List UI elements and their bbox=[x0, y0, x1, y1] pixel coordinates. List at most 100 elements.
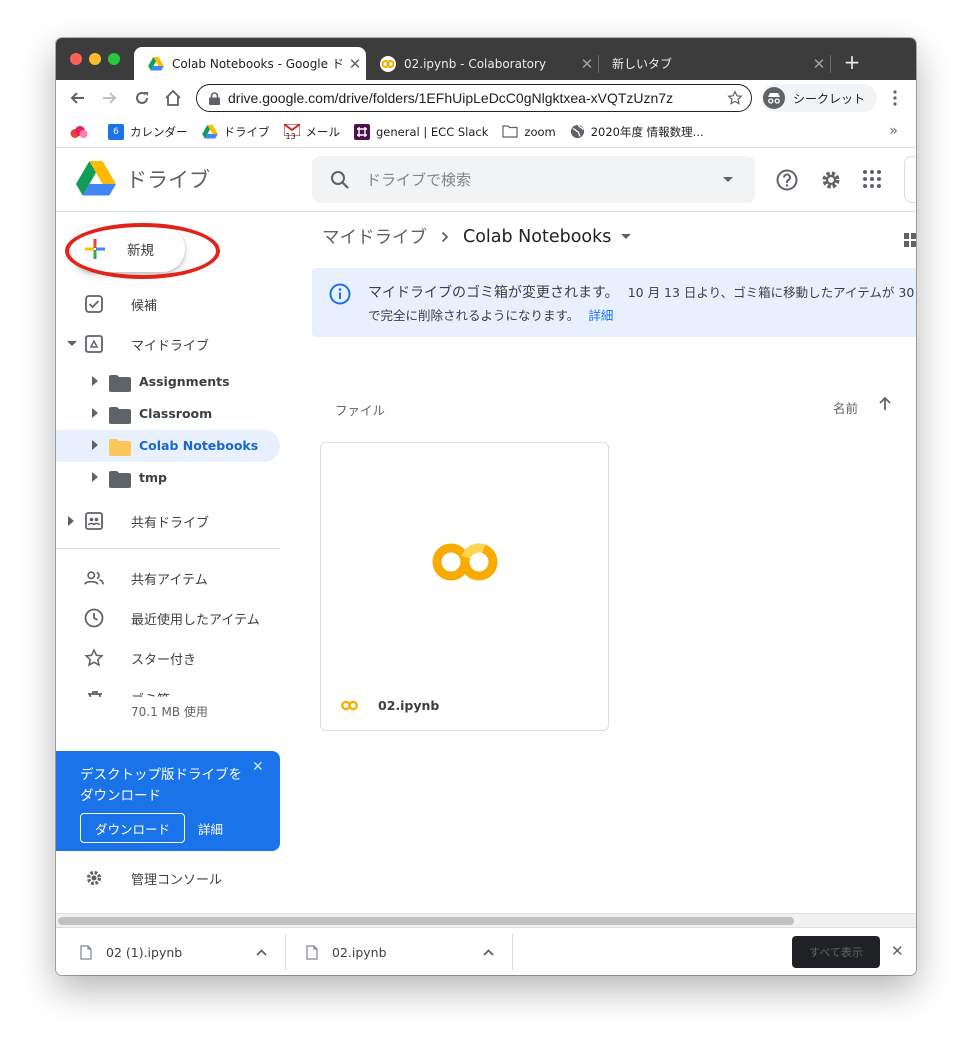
product-name: ドライブ bbox=[126, 168, 210, 192]
tab-title: 02.ipynb - Colaboratory bbox=[404, 56, 547, 71]
tab-new[interactable]: 新しいタブ ✕ bbox=[598, 47, 830, 80]
expand-arrow-icon[interactable] bbox=[68, 516, 74, 526]
expand-arrow-icon[interactable] bbox=[92, 440, 98, 450]
browser-window: Colab Notebooks - Google ドライブ ✕ 02.ipynb… bbox=[56, 38, 916, 975]
sidebar-divider bbox=[56, 548, 280, 549]
nav-recent[interactable]: 最近使用したアイテム bbox=[56, 602, 280, 634]
new-tab-button[interactable]: + bbox=[840, 50, 864, 74]
colab-icon bbox=[341, 700, 358, 711]
reload-icon[interactable] bbox=[129, 85, 155, 111]
minimize-window-button[interactable] bbox=[89, 53, 101, 65]
bookmark-slack[interactable]: general | ECC Slack bbox=[354, 123, 488, 140]
search-box[interactable]: ドライブで検索 bbox=[312, 156, 755, 203]
incognito-icon bbox=[763, 87, 785, 109]
address-bar[interactable]: drive.google.com/drive/folders/1EFhUipLe… bbox=[196, 84, 752, 112]
settings-gear-icon[interactable] bbox=[819, 168, 843, 196]
back-icon[interactable] bbox=[64, 85, 90, 111]
drive-header: ドライブ ドライブで検索 bbox=[56, 148, 916, 212]
google-drive-icon bbox=[201, 124, 218, 139]
nav-starred[interactable]: スター付き bbox=[56, 642, 280, 674]
bookmarks-overflow-icon[interactable]: » bbox=[889, 123, 898, 139]
nav-trash[interactable]: ゴミ箱 bbox=[56, 688, 280, 697]
bookmark-cloud[interactable] bbox=[70, 125, 94, 138]
browser-menu-icon[interactable] bbox=[882, 85, 908, 111]
expand-arrow-icon[interactable] bbox=[92, 376, 98, 386]
file-name-row: 02.ipynb bbox=[321, 680, 608, 730]
incognito-indicator[interactable]: シークレット bbox=[761, 84, 877, 112]
storage-usage: 70.1 MB 使用 bbox=[131, 705, 208, 719]
file-card[interactable]: 02.ipynb bbox=[320, 442, 609, 731]
promo-close-icon[interactable]: ✕ bbox=[252, 759, 264, 775]
folder-item-tmp[interactable]: tmp bbox=[56, 462, 280, 494]
folder-icon bbox=[109, 471, 131, 491]
grid-view-icon[interactable] bbox=[904, 232, 916, 251]
sort-ascending-arrow-icon[interactable] bbox=[878, 396, 892, 416]
banner-details-link[interactable]: 詳細 bbox=[588, 308, 613, 323]
files-section-heading: ファイル bbox=[335, 403, 386, 418]
account-chip[interactable] bbox=[904, 156, 916, 203]
chevron-up-icon[interactable] bbox=[256, 948, 267, 956]
check-box-icon bbox=[84, 294, 104, 314]
promo-download-button[interactable]: ダウンロード bbox=[80, 813, 185, 843]
clock-icon bbox=[84, 608, 104, 628]
folder-icon bbox=[109, 375, 131, 395]
close-window-button[interactable] bbox=[70, 53, 82, 65]
folder-item-classroom[interactable]: Classroom bbox=[56, 398, 280, 430]
desktop-promo: デスクトップ版ドライブをダウンロード ✕ ダウンロード 詳細 bbox=[56, 751, 280, 851]
bookmark-info-math[interactable]: 2020年度 情報数理... bbox=[570, 124, 704, 140]
folder-item-assignments[interactable]: Assignments bbox=[56, 366, 280, 398]
folder-item-colab-notebooks[interactable]: Colab Notebooks bbox=[56, 430, 280, 462]
expand-arrow-icon[interactable] bbox=[92, 408, 98, 418]
search-options-icon[interactable] bbox=[723, 177, 733, 182]
promo-details-link[interactable]: 詳細 bbox=[198, 819, 223, 838]
close-tab-icon[interactable]: ✕ bbox=[808, 55, 830, 73]
nav-shared-with-me[interactable]: 共有アイテム bbox=[56, 562, 280, 594]
sort-by-name-button[interactable]: 名前 bbox=[833, 398, 858, 417]
show-all-downloads-button[interactable]: すべて表示 bbox=[792, 936, 880, 968]
breadcrumb: マイドライブ Colab Notebooks bbox=[322, 224, 632, 249]
download-item[interactable]: 02 (1).ipynb bbox=[56, 928, 285, 975]
close-tab-icon[interactable]: ✕ bbox=[576, 55, 598, 73]
close-tab-icon[interactable]: ✕ bbox=[344, 55, 366, 73]
scrollbar-thumb[interactable] bbox=[58, 917, 794, 925]
trash-policy-banner: マイドライブのゴミ箱が変更されます。 10 月 13 日より、ゴミ箱に移動したア… bbox=[312, 268, 916, 337]
main-content: マイドライブ Colab Notebooks マイドライブのゴミ箱が変更されます… bbox=[312, 212, 916, 913]
bookmark-drive[interactable]: ドライブ bbox=[201, 124, 270, 140]
bookmark-gmail[interactable]: 13 メール bbox=[283, 123, 340, 141]
search-icon[interactable] bbox=[330, 170, 350, 190]
drive-logo[interactable]: ドライブ bbox=[76, 161, 210, 197]
apps-grid-icon[interactable] bbox=[863, 170, 881, 192]
globe-icon bbox=[570, 124, 585, 139]
maximize-window-button[interactable] bbox=[108, 53, 120, 65]
expand-caret-icon[interactable] bbox=[67, 341, 77, 346]
nav-admin-console[interactable]: 管理コンソール bbox=[56, 862, 280, 894]
bookmark-zoom[interactable]: zoom bbox=[502, 125, 556, 139]
colab-icon bbox=[380, 55, 396, 72]
bookmarks-bar: 6 カレンダー ドライブ 13 メール general | ECC Slack bbox=[56, 116, 916, 148]
bookmark-calendar[interactable]: 6 カレンダー bbox=[108, 123, 188, 140]
expand-arrow-icon[interactable] bbox=[92, 472, 98, 482]
chevron-up-icon[interactable] bbox=[483, 948, 494, 956]
nav-my-drive[interactable]: マイドライブ bbox=[56, 328, 280, 360]
tab-colab[interactable]: 02.ipynb - Colaboratory ✕ bbox=[366, 47, 598, 80]
close-downloads-icon[interactable]: ✕ bbox=[891, 942, 904, 960]
chevron-down-icon[interactable] bbox=[621, 234, 632, 239]
download-item[interactable]: 02.ipynb bbox=[286, 928, 512, 975]
help-icon[interactable] bbox=[775, 168, 799, 196]
bookmark-star-icon[interactable] bbox=[727, 90, 743, 106]
horizontal-scrollbar[interactable] bbox=[56, 913, 916, 927]
breadcrumb-root[interactable]: マイドライブ bbox=[322, 224, 427, 249]
promo-text: デスクトップ版ドライブをダウンロード bbox=[80, 767, 242, 804]
home-icon[interactable] bbox=[160, 85, 186, 111]
search-input[interactable]: ドライブで検索 bbox=[366, 169, 723, 190]
google-drive-icon bbox=[148, 56, 164, 71]
star-icon bbox=[84, 648, 104, 668]
tab-drive[interactable]: Colab Notebooks - Google ドライブ ✕ bbox=[134, 47, 366, 80]
calendar-icon: 6 bbox=[108, 123, 124, 140]
nav-shared-drives[interactable]: 共有ドライブ bbox=[56, 505, 280, 537]
shared-drive-icon bbox=[84, 511, 104, 531]
nav-priority[interactable]: 候補 bbox=[56, 288, 280, 320]
breadcrumb-current[interactable]: Colab Notebooks bbox=[463, 227, 611, 247]
forward-icon[interactable] bbox=[97, 85, 123, 111]
google-drive-logo-icon bbox=[76, 161, 116, 197]
